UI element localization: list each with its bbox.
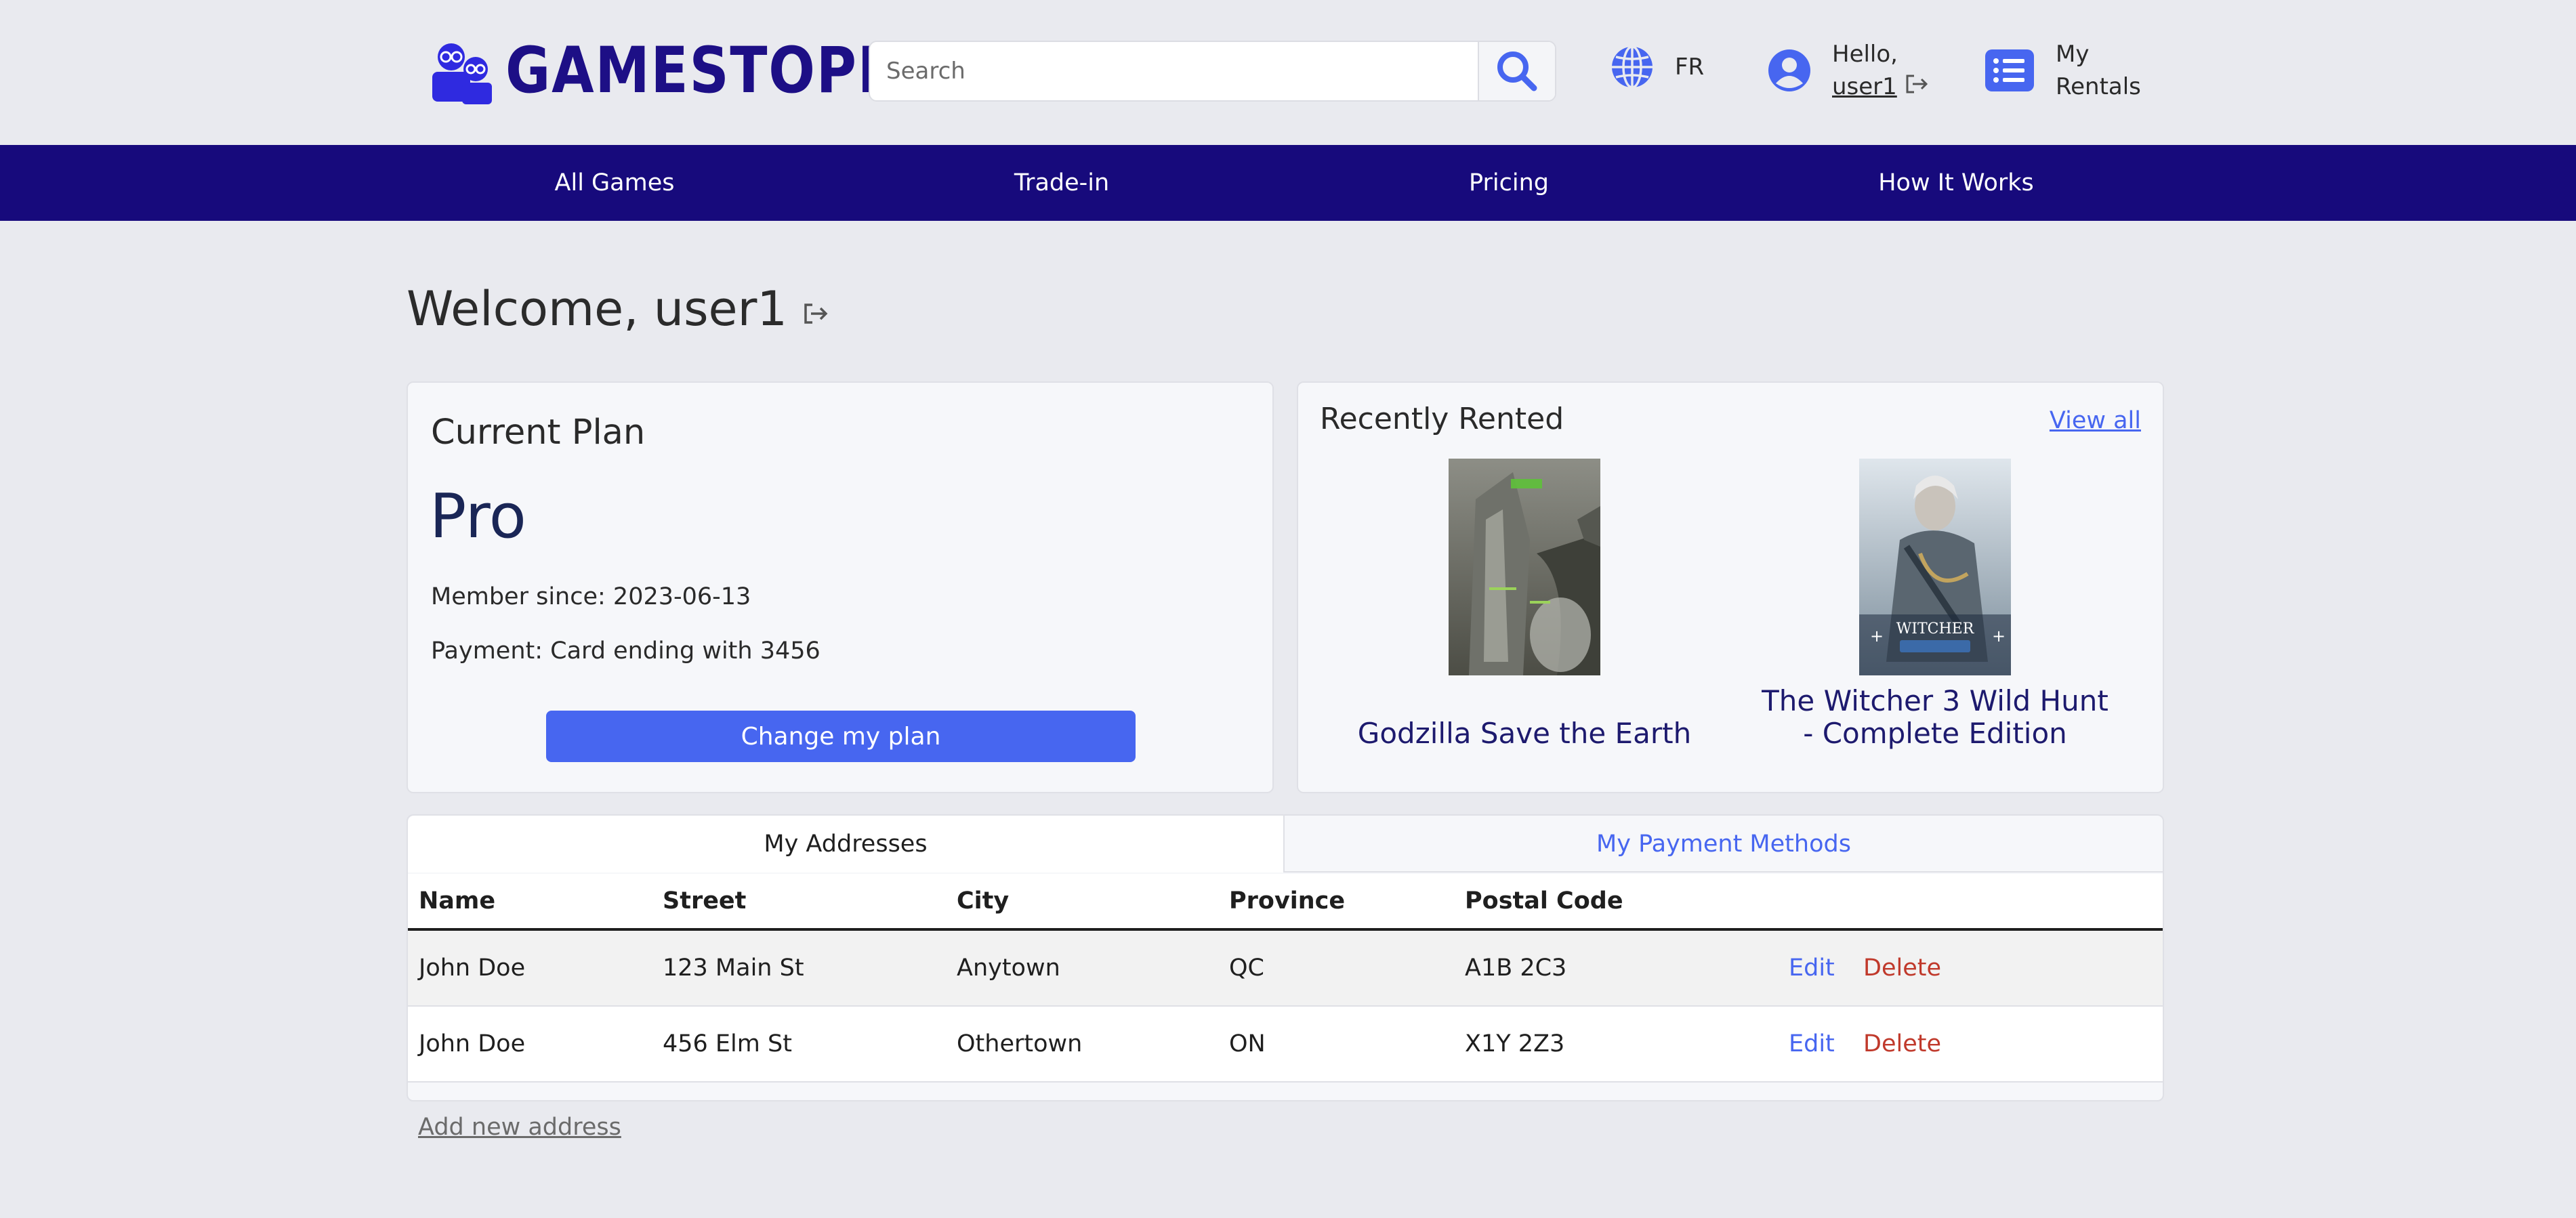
recent-card-title: Recently Rented	[1320, 402, 1564, 436]
svg-text:+: +	[1992, 627, 2006, 646]
svg-text:WITCHER: WITCHER	[1896, 621, 1975, 637]
tab-my-addresses[interactable]: My Addresses	[408, 816, 1285, 873]
language-label: FR	[1675, 54, 1705, 81]
search-box	[869, 41, 1556, 102]
rentals-label-line2: Rentals	[2056, 73, 2141, 100]
nav-trade-in[interactable]: Trade-in	[1014, 145, 1109, 221]
edit-address-link[interactable]: Edit	[1789, 1007, 1835, 1081]
address-name: John Doe	[419, 954, 526, 982]
my-rentals-link[interactable]: My Rentals	[1985, 38, 2141, 103]
list-icon	[1985, 49, 2034, 91]
recent-game-item[interactable]: Godzilla Save the Earth	[1342, 459, 1707, 750]
address-province: ON	[1229, 1030, 1266, 1057]
column-header: Postal Code	[1465, 887, 1623, 915]
rentals-label-line1: My	[2056, 41, 2090, 68]
game-title[interactable]: The Witcher 3 Wild Hunt - Complete Editi…	[1752, 685, 2118, 750]
address-street: 123 Main St	[663, 954, 804, 982]
table-row: John Doe 123 Main St Anytown QC A1B 2C3 …	[408, 931, 2163, 1007]
site-header: GAMESTOPIA FR Hello,	[0, 0, 2576, 145]
address-city: Othertown	[957, 1030, 1083, 1057]
gamers-logo-icon	[432, 43, 492, 104]
greeting-text: Hello,	[1832, 41, 1898, 68]
edit-address-link[interactable]: Edit	[1789, 931, 1835, 1005]
account-menu[interactable]: Hello, user1	[1767, 38, 1929, 103]
game-cover-image[interactable]	[1449, 459, 1600, 675]
brand-name: GAMESTOPIA	[505, 34, 923, 108]
add-new-address-link[interactable]: Add new address	[418, 1114, 621, 1141]
tab-bar: My Addresses My Payment Methods	[408, 816, 2163, 874]
welcome-heading: Welcome, user1	[407, 281, 829, 337]
column-header: Name	[419, 887, 496, 915]
search-button[interactable]	[1478, 42, 1555, 100]
account-tabs-panel: My Addresses My Payment Methods Name Str…	[407, 814, 2164, 1101]
recent-game-item[interactable]: WITCHER + + The Witcher 3 Wild Hunt - Co…	[1752, 459, 2118, 750]
logout-icon[interactable]	[1905, 74, 1929, 94]
user-avatar-icon	[1768, 49, 1810, 91]
delete-address-link[interactable]: Delete	[1863, 1007, 1941, 1081]
welcome-text: Welcome, user1	[407, 281, 787, 337]
search-icon	[1497, 51, 1537, 91]
column-header: Street	[663, 887, 747, 915]
nav-how-it-works[interactable]: How It Works	[1878, 145, 2034, 221]
plan-card-title: Current Plan	[431, 413, 646, 453]
recently-rented-card: Recently Rented View all Godzilla Save t…	[1297, 381, 2164, 793]
username-label: user1	[1832, 73, 1897, 100]
column-header: City	[957, 887, 1010, 915]
svg-text:+: +	[1870, 627, 1884, 646]
address-postal-code: X1Y 2Z3	[1465, 1030, 1565, 1057]
addresses-table: Name Street City Province Postal Code Jo…	[408, 874, 2163, 1083]
address-province: QC	[1229, 954, 1264, 982]
member-since: Member since: 2023-06-13	[431, 583, 751, 610]
game-cover-image[interactable]: WITCHER + +	[1859, 459, 2011, 675]
address-name: John Doe	[419, 1030, 526, 1057]
view-all-link[interactable]: View all	[2050, 407, 2141, 434]
main-nav: All Games Trade-in Pricing How It Works	[0, 145, 2576, 221]
tab-my-payment-methods[interactable]: My Payment Methods	[1285, 816, 2163, 873]
logout-icon[interactable]	[802, 302, 829, 325]
table-header-row: Name Street City Province Postal Code	[408, 874, 2163, 931]
table-row: John Doe 456 Elm St Othertown ON X1Y 2Z3…	[408, 1007, 2163, 1083]
change-plan-button[interactable]: Change my plan	[546, 711, 1136, 762]
search-input[interactable]	[870, 42, 1478, 100]
globe-icon	[1612, 45, 1653, 89]
game-title[interactable]: Godzilla Save the Earth	[1342, 717, 1707, 750]
nav-all-games[interactable]: All Games	[555, 145, 675, 221]
delete-address-link[interactable]: Delete	[1863, 931, 1941, 1005]
address-street: 456 Elm St	[663, 1030, 792, 1057]
address-postal-code: A1B 2C3	[1465, 954, 1567, 982]
language-switch[interactable]: FR	[1610, 45, 1704, 89]
column-header: Province	[1229, 887, 1346, 915]
plan-name: Pro	[430, 481, 526, 552]
payment-info: Payment: Card ending with 3456	[431, 637, 820, 665]
address-city: Anytown	[957, 954, 1060, 982]
username-link[interactable]: user1	[1832, 70, 1929, 103]
current-plan-card: Current Plan Pro Member since: 2023-06-1…	[407, 381, 1274, 793]
nav-pricing[interactable]: Pricing	[1469, 145, 1549, 221]
